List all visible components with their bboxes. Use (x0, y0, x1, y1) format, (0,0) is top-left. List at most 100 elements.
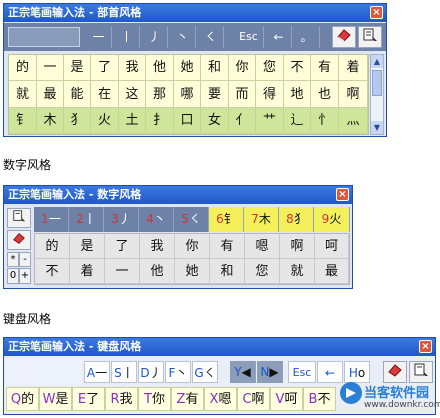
asterisk-key[interactable]: * (7, 252, 19, 267)
candidate-cell[interactable]: 和 (201, 55, 229, 81)
radical-key-7[interactable]: 7木 (244, 207, 279, 232)
radical-cell[interactable]: 辶 (284, 108, 311, 134)
candidate-cell[interactable]: B不 (303, 387, 336, 411)
candidate-cell[interactable]: 一 (37, 55, 64, 81)
candidate-cell[interactable]: 得 (256, 81, 284, 108)
stroke-key-2[interactable]: 2丨 (69, 207, 104, 232)
candidate-cell[interactable]: 嗯 (245, 234, 280, 259)
radical-cell[interactable]: 灬 (339, 108, 368, 134)
candidate-cell[interactable]: X嗯 (204, 387, 237, 411)
close-button[interactable]: × (419, 340, 432, 353)
candidate-cell[interactable]: T你 (138, 387, 171, 411)
candidate-cell[interactable]: C啊 (237, 387, 270, 411)
stroke-key-pie[interactable]: 丿 (142, 26, 168, 48)
scroll-thumb[interactable] (372, 70, 382, 96)
radical-cell[interactable]: 木 (37, 108, 64, 134)
candidate-cell[interactable]: 不 (35, 259, 70, 284)
candidate-cell[interactable]: 啊 (339, 81, 368, 108)
candidate-cell[interactable]: 她 (174, 55, 201, 81)
candidate-cell[interactable]: 那 (146, 81, 174, 108)
settings-menu-icon[interactable] (358, 26, 382, 48)
candidate-cell[interactable]: 呵 (315, 234, 349, 259)
candidate-cell[interactable]: 不 (284, 55, 311, 81)
candidate-cell[interactable]: 啊 (280, 234, 315, 259)
candidate-cell[interactable]: 的 (9, 55, 37, 81)
candidate-cell[interactable]: 是 (64, 55, 91, 81)
radical-cell[interactable]: 忄 (311, 108, 339, 134)
radical-cell[interactable]: 土 (119, 108, 146, 134)
candidate-cell[interactable]: 就 (9, 81, 37, 108)
candidate-cell[interactable]: 地 (284, 81, 311, 108)
close-button[interactable]: × (370, 6, 383, 19)
candidate-cell[interactable]: 最 (315, 259, 349, 284)
page-prev-key[interactable]: Y◀ (230, 361, 256, 383)
stroke-key-f[interactable]: F丶 (165, 361, 191, 383)
candidate-cell[interactable]: 和 (210, 259, 245, 284)
candidate-cell[interactable]: V呵 (270, 387, 303, 411)
radical-cell[interactable]: 亻 (229, 108, 256, 134)
radical-cell[interactable]: 火 (91, 108, 119, 134)
candidate-cell[interactable]: 他 (140, 259, 175, 284)
candidate-cell[interactable]: 我 (119, 55, 146, 81)
candidate-cell[interactable]: Z有 (171, 387, 204, 411)
candidate-cell[interactable]: 他 (146, 55, 174, 81)
radical-key-9[interactable]: 9火 (314, 207, 350, 232)
candidate-cell[interactable]: 而 (229, 81, 256, 108)
period-key[interactable]: 。 (294, 26, 320, 48)
candidate-cell[interactable]: 你 (229, 55, 256, 81)
candidate-cell[interactable]: 的 (35, 234, 70, 259)
stroke-key-3[interactable]: 3丿 (104, 207, 139, 232)
candidate-cell[interactable]: 也 (311, 81, 339, 108)
candidate-cell[interactable]: 着 (70, 259, 105, 284)
close-button[interactable]: × (336, 188, 349, 201)
radical-cell[interactable]: 女 (201, 108, 229, 134)
candidate-cell[interactable]: 您 (256, 55, 284, 81)
esc-key[interactable]: Esc (234, 26, 264, 48)
candidate-cell[interactable]: 有 (210, 234, 245, 259)
radical-cell[interactable]: 犭 (64, 108, 91, 134)
eraser-icon[interactable] (7, 230, 31, 250)
vertical-scrollbar[interactable]: ▲ ▼ (370, 54, 384, 135)
zero-key[interactable]: 0 (7, 268, 19, 284)
candidate-cell[interactable]: 是 (70, 234, 105, 259)
stroke-key-a[interactable]: A一 (84, 361, 110, 383)
radical-cell[interactable]: 钅 (9, 108, 37, 134)
backspace-key[interactable]: ← (266, 26, 292, 48)
candidate-cell[interactable]: 你 (175, 234, 210, 259)
candidate-cell[interactable]: 能 (64, 81, 91, 108)
candidate-cell[interactable]: 着 (339, 55, 368, 81)
candidate-cell[interactable]: 我 (140, 234, 175, 259)
eraser-icon[interactable] (332, 26, 356, 48)
stroke-key-g[interactable]: G㇛ (192, 361, 218, 383)
candidate-cell[interactable]: 有 (311, 55, 339, 81)
page-next-key[interactable]: N▶ (257, 361, 283, 383)
candidate-cell[interactable]: Q的 (6, 387, 39, 411)
scroll-up-arrow-icon[interactable]: ▲ (371, 55, 383, 68)
stroke-key-shu[interactable]: 丨 (114, 26, 140, 48)
candidate-cell[interactable]: 哪 (174, 81, 201, 108)
stroke-key-heng[interactable]: 一 (86, 26, 112, 48)
minus-key[interactable]: - (19, 252, 31, 267)
scroll-down-arrow-icon[interactable]: ▼ (371, 121, 383, 134)
stroke-key-4[interactable]: 4丶 (139, 207, 174, 232)
candidate-cell[interactable]: 最 (37, 81, 64, 108)
settings-menu-icon[interactable] (7, 208, 31, 228)
radical-cell[interactable]: 口 (174, 108, 201, 134)
radical-key-8[interactable]: 8犭 (279, 207, 314, 232)
candidate-cell[interactable]: 了 (91, 55, 119, 81)
radical-cell[interactable]: 艹 (256, 108, 284, 134)
stroke-key-5[interactable]: 5㇛ (174, 207, 209, 232)
esc-key[interactable]: Esc (288, 361, 316, 383)
stroke-key-dian[interactable]: 丶 (170, 26, 196, 48)
stroke-key-zhe[interactable]: ㇛ (198, 26, 224, 48)
radical-cell[interactable]: 扌 (146, 108, 174, 134)
stroke-key-1[interactable]: 1一 (34, 207, 69, 232)
candidate-cell[interactable]: 这 (119, 81, 146, 108)
input-area[interactable] (6, 359, 82, 385)
candidate-cell[interactable]: W是 (39, 387, 72, 411)
candidate-cell[interactable]: 就 (280, 259, 315, 284)
stroke-key-d[interactable]: D丿 (138, 361, 164, 383)
candidate-cell[interactable]: E了 (72, 387, 105, 411)
candidate-cell[interactable]: 她 (175, 259, 210, 284)
plus-key[interactable]: + (19, 268, 31, 284)
